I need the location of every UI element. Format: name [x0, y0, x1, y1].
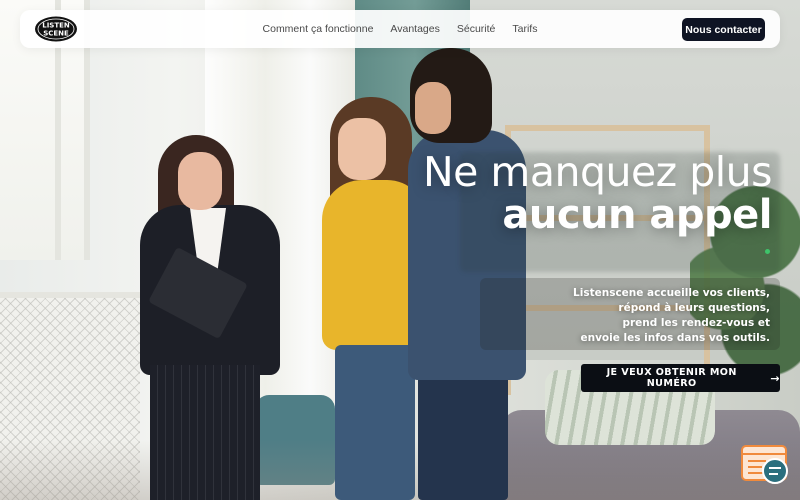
arrow-right-icon: → [770, 371, 780, 385]
chat-widget-icon [741, 445, 788, 484]
get-number-cta-button[interactable]: JE VEUX OBTENIR MON NUMÉRO → [581, 364, 780, 392]
nav-link-how-it-works[interactable]: Comment ça fonctionne [263, 23, 374, 35]
main-nav: Comment ça fonctionne Avantages Sécurité… [20, 10, 780, 48]
top-navbar: LISTEN SCENE Comment ça fonctionne Avant… [20, 10, 780, 48]
nav-link-advantages[interactable]: Avantages [390, 23, 439, 35]
nav-link-pricing[interactable]: Tarifs [512, 23, 537, 35]
hero-description: Listenscene accueille vos clients, répon… [510, 286, 770, 346]
man-jeans [418, 370, 508, 500]
hero-description-line: prend les rendez-vous et [622, 317, 770, 329]
hero-title: Ne manquez plus aucun appel [422, 148, 773, 239]
woman-jeans [335, 345, 415, 500]
woman-face [338, 118, 386, 180]
hero-title-line2: aucun appel [502, 192, 772, 239]
chat-widget-button[interactable] [740, 444, 792, 488]
contact-button[interactable]: Nous contacter [682, 18, 765, 41]
agent-trousers [150, 365, 260, 500]
hero-description-line: Listenscene accueille vos clients, [573, 287, 770, 299]
man-face [415, 82, 451, 134]
hero-description-line: répond à leurs questions, [618, 302, 770, 314]
cta-label: JE VEUX OBTENIR MON NUMÉRO [606, 367, 737, 389]
hero-title-line1: Ne manquez plus [422, 148, 773, 196]
agent-face [178, 152, 222, 210]
hero-description-line: envoie les infos dans vos outils. [580, 332, 770, 344]
status-dot [765, 249, 770, 254]
nav-link-security[interactable]: Sécurité [457, 23, 496, 35]
